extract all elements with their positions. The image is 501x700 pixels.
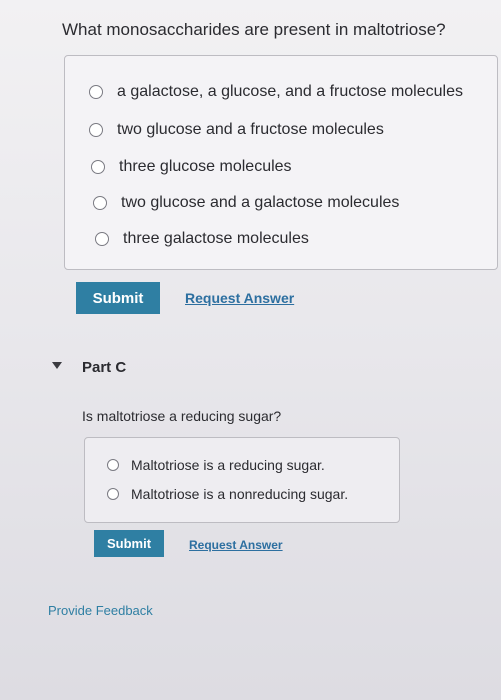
- part-c-option-1[interactable]: Maltotriose is a reducing sugar.: [107, 457, 325, 473]
- option-label: two glucose and a galactose molecules: [121, 194, 400, 211]
- radio-button[interactable]: [91, 160, 105, 174]
- collapse-caret-icon[interactable]: [52, 362, 62, 369]
- radio-button[interactable]: [107, 488, 119, 500]
- question-title: What monosaccharides are present in malt…: [62, 20, 446, 39]
- part-c-submit-button[interactable]: Submit: [94, 530, 164, 557]
- option-label: three glucose molecules: [119, 158, 292, 175]
- radio-button[interactable]: [107, 459, 119, 471]
- radio-button[interactable]: [93, 196, 107, 210]
- option-4[interactable]: two glucose and a galactose molecules: [93, 194, 399, 212]
- part-c-question: Is maltotriose a reducing sugar?: [82, 408, 282, 424]
- radio-button[interactable]: [89, 85, 103, 99]
- option-2[interactable]: two glucose and a fructose molecules: [89, 121, 384, 139]
- submit-button[interactable]: Submit: [76, 282, 160, 314]
- provide-feedback-link[interactable]: Provide Feedback: [48, 603, 153, 618]
- part-c-title: Part C: [82, 359, 127, 376]
- radio-button[interactable]: [89, 123, 103, 137]
- option-5[interactable]: three galactose molecules: [95, 230, 309, 248]
- request-answer-link[interactable]: Request Answer: [185, 290, 294, 306]
- option-label: Maltotriose is a reducing sugar.: [131, 457, 325, 473]
- option-1[interactable]: a galactose, a glucose, and a fructose m…: [89, 83, 463, 101]
- answer-options-box: a galactose, a glucose, and a fructose m…: [64, 55, 498, 270]
- option-3[interactable]: three glucose molecules: [91, 158, 292, 176]
- option-label: a galactose, a glucose, and a fructose m…: [117, 83, 463, 100]
- part-c-option-2[interactable]: Maltotriose is a nonreducing sugar.: [107, 486, 348, 502]
- part-c-request-answer-link[interactable]: Request Answer: [189, 538, 283, 552]
- option-label: three galactose molecules: [123, 230, 309, 247]
- part-c-options-box: Maltotriose is a reducing sugar. Maltotr…: [84, 437, 400, 523]
- radio-button[interactable]: [95, 232, 109, 246]
- option-label: two glucose and a fructose molecules: [117, 121, 384, 138]
- option-label: Maltotriose is a nonreducing sugar.: [131, 486, 349, 502]
